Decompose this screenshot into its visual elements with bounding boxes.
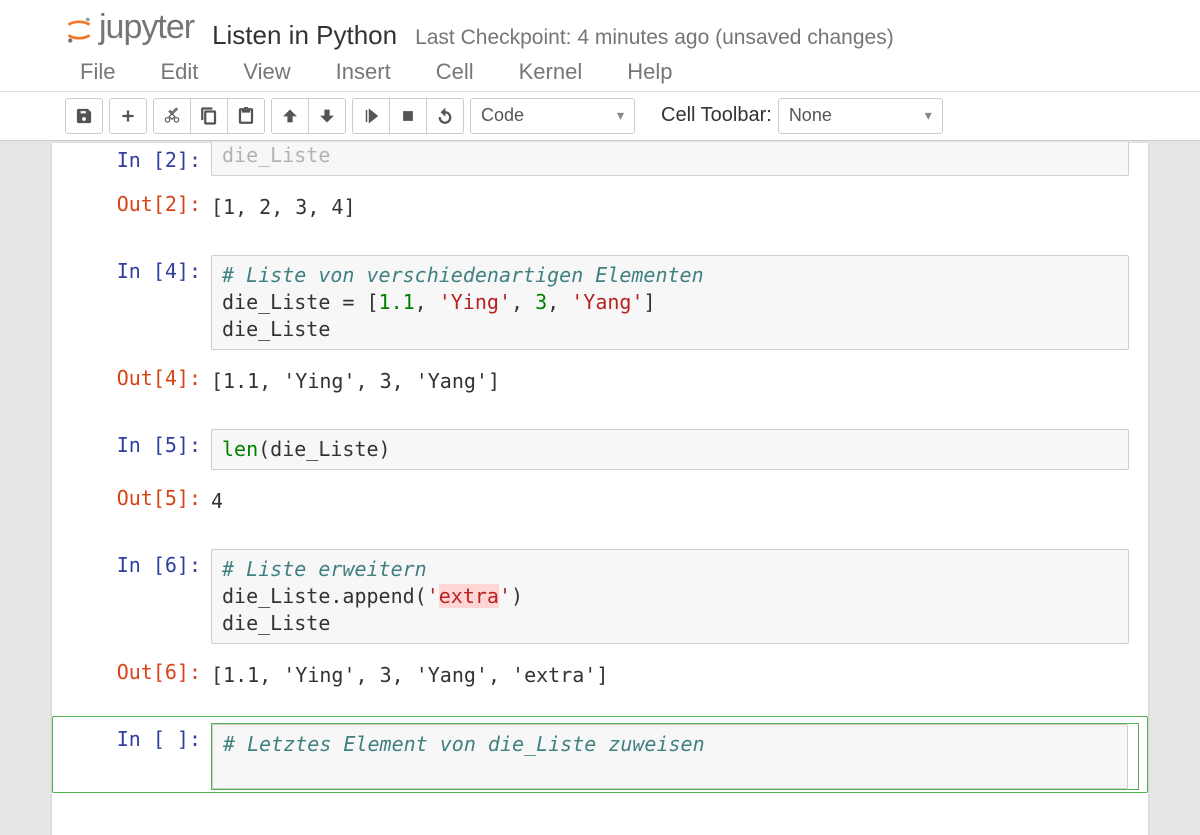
output-cell: Out[6]: [1.1, 'Ying', 3, 'Yang', 'extra'… bbox=[52, 649, 1148, 698]
out-prompt: Out[5]: bbox=[61, 482, 211, 521]
cell-toolbar-label: Cell Toolbar: bbox=[661, 104, 772, 127]
save-button[interactable] bbox=[65, 98, 103, 134]
output-text: [1.1, 'Ying', 3, 'Yang', 'extra'] bbox=[211, 656, 608, 695]
output-cell: Out[2]: [1, 2, 3, 4] bbox=[52, 181, 1148, 230]
move-group bbox=[271, 98, 346, 134]
code-input[interactable]: len(die_Liste) bbox=[211, 429, 1129, 470]
jupyter-logo: jupyter bbox=[65, 8, 194, 47]
in-prompt: In [ ]: bbox=[61, 723, 211, 790]
stop-button[interactable] bbox=[389, 98, 427, 134]
out-prompt: Out[4]: bbox=[61, 362, 211, 401]
edit-group bbox=[153, 98, 265, 134]
restart-button[interactable] bbox=[426, 98, 464, 134]
code-cell[interactable]: In [4]: # Liste von verschiedenartigen E… bbox=[52, 248, 1148, 353]
code-cell-selected[interactable]: In [ ]: # Letztes Element von die_Liste … bbox=[52, 716, 1148, 793]
out-prompt: Out[6]: bbox=[61, 656, 211, 695]
menu-kernel[interactable]: Kernel bbox=[519, 59, 583, 85]
out-prompt: Out[2]: bbox=[61, 188, 211, 227]
code-input[interactable]: # Liste erweitern die_Liste.append('extr… bbox=[211, 549, 1129, 644]
code-input[interactable]: # Liste von verschiedenartigen Elementen… bbox=[211, 255, 1129, 350]
code-input[interactable]: die_Liste bbox=[211, 142, 1129, 176]
cell-toolbar-value: None bbox=[789, 105, 832, 126]
code-cell[interactable]: In [2]: die_Liste bbox=[52, 143, 1148, 179]
cell-type-value: Code bbox=[481, 105, 524, 126]
run-button[interactable] bbox=[352, 98, 390, 134]
menu-cell[interactable]: Cell bbox=[436, 59, 474, 85]
add-cell-button[interactable] bbox=[109, 98, 147, 134]
output-cell: Out[4]: [1.1, 'Ying', 3, 'Yang'] bbox=[52, 355, 1148, 404]
output-cell: Out[5]: 4 bbox=[52, 475, 1148, 524]
output-text: 4 bbox=[211, 482, 223, 521]
checkpoint-status: Last Checkpoint: 4 minutes ago (unsaved … bbox=[415, 26, 894, 50]
code-cell[interactable]: In [5]: len(die_Liste) bbox=[52, 422, 1148, 473]
notebook-header: jupyter Listen in Python Last Checkpoint… bbox=[0, 0, 1200, 53]
jupyter-logo-icon bbox=[65, 14, 93, 42]
in-prompt: In [5]: bbox=[61, 429, 211, 470]
paste-button[interactable] bbox=[227, 98, 265, 134]
move-down-button[interactable] bbox=[308, 98, 346, 134]
cell-type-select[interactable]: Code bbox=[470, 98, 635, 134]
copy-button[interactable] bbox=[190, 98, 228, 134]
output-text: [1, 2, 3, 4] bbox=[211, 188, 356, 227]
menu-view[interactable]: View bbox=[243, 59, 290, 85]
move-up-button[interactable] bbox=[271, 98, 309, 134]
menubar: File Edit View Insert Cell Kernel Help bbox=[0, 53, 1200, 92]
menu-edit[interactable]: Edit bbox=[160, 59, 198, 85]
menu-help[interactable]: Help bbox=[627, 59, 672, 85]
notebook-container: In [2]: die_Liste Out[2]: [1, 2, 3, 4] I… bbox=[52, 143, 1148, 835]
in-prompt: In [2]: bbox=[61, 144, 211, 176]
in-prompt: In [6]: bbox=[61, 549, 211, 644]
menu-insert[interactable]: Insert bbox=[336, 59, 391, 85]
logo-text: jupyter bbox=[99, 8, 194, 47]
in-prompt: In [4]: bbox=[61, 255, 211, 350]
code-cell[interactable]: In [6]: # Liste erweitern die_Liste.appe… bbox=[52, 542, 1148, 647]
notebook-title[interactable]: Listen in Python bbox=[212, 20, 397, 51]
cell-toolbar-select[interactable]: None bbox=[778, 98, 943, 134]
code-input[interactable]: # Letztes Element von die_Liste zuweisen bbox=[212, 724, 1128, 789]
output-text: [1.1, 'Ying', 3, 'Yang'] bbox=[211, 362, 500, 401]
run-group bbox=[352, 98, 464, 134]
menu-file[interactable]: File bbox=[80, 59, 115, 85]
toolbar: Code Cell Toolbar: None bbox=[0, 92, 1200, 141]
cut-button[interactable] bbox=[153, 98, 191, 134]
